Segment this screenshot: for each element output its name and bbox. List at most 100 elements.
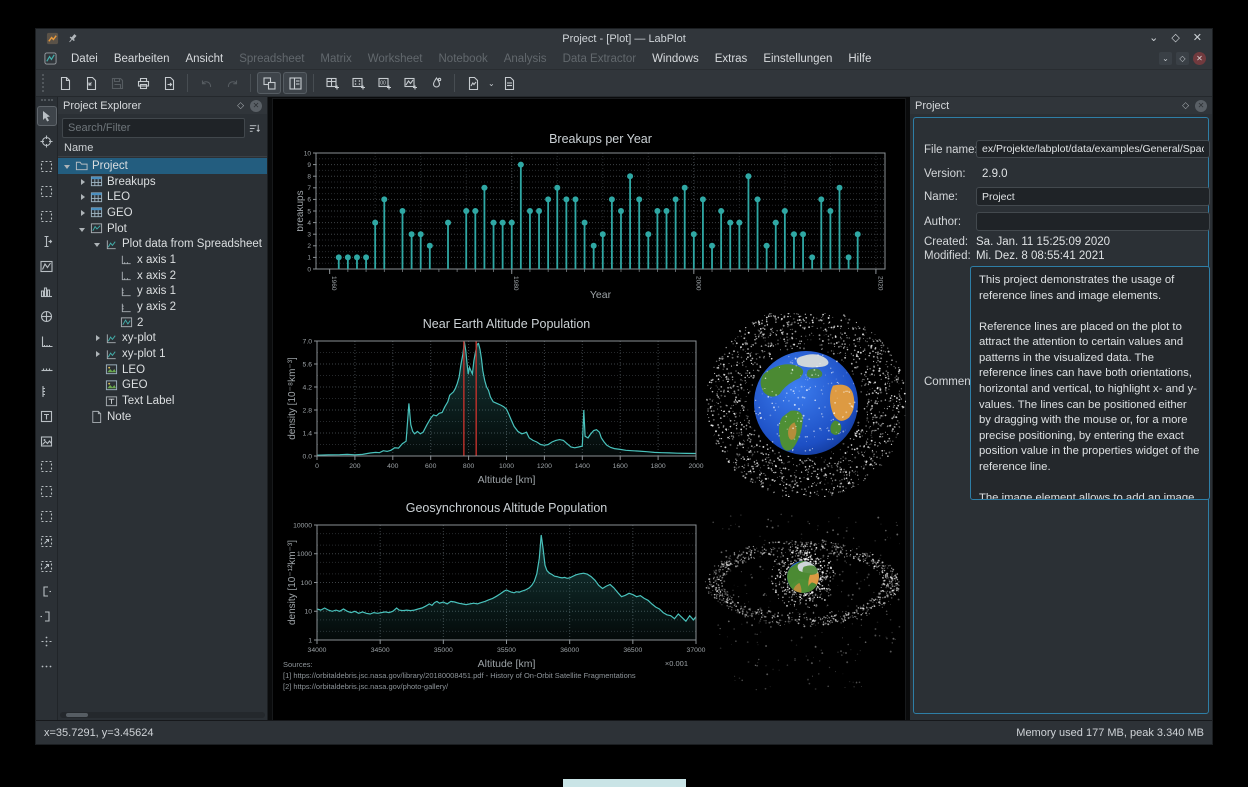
save-project-button	[105, 72, 129, 94]
new-notebook-button[interactable]: 00	[372, 72, 396, 94]
shift-right-x-tool-button[interactable]	[37, 606, 57, 626]
chart-geosynchronous-altitude[interactable]: 1 10 100 1000 10000 34000 34500 35000 35500 36000…	[284, 495, 711, 673]
print-preview-button[interactable]	[157, 72, 181, 94]
name-input[interactable]	[976, 187, 1210, 206]
auto-scale-x-tool-button[interactable]	[37, 656, 57, 676]
zoom-fit-selection-tool-button[interactable]	[37, 531, 57, 551]
open-project-button[interactable]	[79, 72, 103, 94]
sources-text-label[interactable]: Sources: [1] https://orbitaldebris.jsc.n…	[283, 660, 636, 693]
mdi-minimize-button[interactable]: ⌄	[1159, 52, 1172, 65]
shift-left-x-tool-button[interactable]	[37, 581, 57, 601]
tree-item-y-axis-2[interactable]: y axis 2	[58, 299, 267, 315]
zoom-out-tool-button[interactable]	[37, 481, 57, 501]
menu-item-extras[interactable]: Extras	[707, 50, 756, 68]
titlebar[interactable]: Project - [Plot] — LabPlot ⌄ ◇ ✕	[36, 29, 1212, 48]
new-spreadsheet-button[interactable]	[320, 72, 344, 94]
close-dock-icon[interactable]: ✕	[1195, 99, 1207, 112]
comment-textarea[interactable]: This project demonstrates the usage of r…	[970, 266, 1210, 500]
project-explorer-header[interactable]: Project Explorer ◇ ✕	[58, 97, 267, 114]
add-y-axis-tool-button[interactable]	[37, 381, 57, 401]
chart-near-earth-altitude[interactable]: 0.0 1.4 2.8 4.2 5.6 7.0 0 200 400 600 800 1000 1200 1…	[284, 311, 711, 490]
tree-item-text-label[interactable]: Text Label	[58, 393, 267, 409]
select-x-region-tool-button[interactable]	[37, 181, 57, 201]
new-matrix-button[interactable]	[346, 72, 370, 94]
menu-item-ansicht[interactable]: Ansicht	[177, 50, 231, 68]
chart-breakups-per-year[interactable]: 0 1 2 3 4 5 6 7 8 9 10 1960 1980 2000 2020 Breakups per…	[297, 127, 895, 301]
tree-item-label: y axis 2	[137, 301, 176, 314]
add-x-axis-tool-button[interactable]	[37, 356, 57, 376]
new-project-button[interactable]	[53, 72, 77, 94]
close-dock-icon[interactable]: ✕	[250, 99, 262, 112]
svg-text:10000: 10000	[293, 522, 312, 529]
search-input[interactable]	[62, 118, 245, 138]
tree-item-x-axis-2[interactable]: x axis 2	[58, 268, 267, 284]
tree-item-breakups[interactable]: Breakups	[58, 174, 267, 190]
add-curve-tool-button[interactable]	[37, 256, 57, 276]
worksheet-view[interactable]: 0 1 2 3 4 5 6 7 8 9 10 1960 1980 2000 2020 Breakups per…	[268, 97, 910, 721]
add-polar-plot-tool-button[interactable]	[37, 306, 57, 326]
image-icon	[105, 379, 118, 392]
navigate-tool-button[interactable]	[36, 106, 57, 126]
select-region-tool-button[interactable]	[37, 156, 57, 176]
zoom-in-tool-button[interactable]	[37, 456, 57, 476]
select-y-region-tool-button[interactable]	[37, 206, 57, 226]
author-input[interactable]	[976, 212, 1210, 231]
rail-drag-handle[interactable]	[40, 99, 53, 103]
desktop-panel-hint[interactable]	[563, 779, 686, 787]
float-dock-icon[interactable]: ◇	[237, 100, 244, 111]
add-image-tool-button[interactable]	[37, 431, 57, 451]
svg-text:Geosynchronous Altitude Popula: Geosynchronous Altitude Population	[406, 501, 608, 515]
menu-item-matrix: Matrix	[320, 52, 352, 65]
new-note-button[interactable]	[498, 72, 522, 94]
file-name-input[interactable]	[976, 140, 1210, 158]
toggle-properties-explorer-button[interactable]	[283, 72, 307, 94]
chevron-down-icon[interactable]: ⌄	[488, 79, 495, 88]
auto-scale-tool-button[interactable]	[37, 631, 57, 651]
menu-item-windows[interactable]: Windows	[644, 50, 707, 68]
tree-item-xy-plot-1[interactable]: xy-plot 1	[58, 346, 267, 362]
zoom-fit-tool-button[interactable]	[37, 556, 57, 576]
geo-debris-image[interactable]	[703, 505, 907, 697]
menu-item-hilfe[interactable]: Hilfe	[840, 50, 879, 68]
svg-text:100: 100	[301, 580, 313, 587]
mdi-close-button[interactable]: ✕	[1193, 52, 1206, 65]
tree-item-xy-plot[interactable]: xy-plot	[58, 331, 267, 347]
tree-item-2[interactable]: 2	[58, 315, 267, 331]
print-button[interactable]	[131, 72, 155, 94]
add-text-label-tool-button[interactable]	[37, 406, 57, 426]
close-button[interactable]: ✕	[1193, 33, 1202, 44]
mdi-restore-button[interactable]: ◇	[1176, 52, 1189, 65]
menu-item-bearbeiten[interactable]: Bearbeiten	[106, 50, 178, 68]
toggle-project-explorer-button[interactable]	[257, 72, 281, 94]
cursor-tool-button[interactable]	[37, 231, 57, 251]
new-plot-button[interactable]	[398, 72, 422, 94]
tree-item-leo[interactable]: LEO	[58, 362, 267, 378]
tree-item-geo[interactable]: GEO	[58, 378, 267, 394]
minimize-button[interactable]: ⌄	[1149, 33, 1158, 44]
tree-column-header[interactable]: Name	[58, 142, 267, 157]
new-worksheet-button[interactable]	[461, 72, 485, 94]
datapicker-button[interactable]	[424, 72, 448, 94]
tree-item-x-axis-1[interactable]: x axis 1	[58, 252, 267, 268]
svg-text:5: 5	[307, 208, 311, 215]
leo-debris-image[interactable]	[706, 313, 906, 497]
tree-item-project[interactable]: Project	[58, 158, 267, 174]
properties-header[interactable]: Project ◇ ✕	[910, 97, 1212, 114]
toolbar-drag-handle[interactable]	[42, 74, 47, 92]
tree-item-geo[interactable]: GEO	[58, 205, 267, 221]
tree-item-plot[interactable]: Plot	[58, 221, 267, 237]
filter-options-icon[interactable]	[245, 118, 263, 138]
menu-item-einstellungen[interactable]: Einstellungen	[755, 50, 840, 68]
add-axis-tool-button[interactable]	[37, 331, 57, 351]
tree-item-y-axis-1[interactable]: y axis 1	[58, 284, 267, 300]
zoom-and-select-tool-button[interactable]	[37, 131, 57, 151]
tree-horizontal-scrollbar[interactable]	[60, 712, 265, 718]
tree-item-note[interactable]: Note	[58, 409, 267, 425]
menu-item-datei[interactable]: Datei	[63, 50, 106, 68]
tree-item-plot-data-from-spreadsheet[interactable]: Plot data from Spreadsheet	[58, 236, 267, 252]
maximize-button[interactable]: ◇	[1171, 33, 1179, 44]
float-dock-icon[interactable]: ◇	[1182, 100, 1189, 111]
add-histogram-tool-button[interactable]	[37, 281, 57, 301]
zoom-origin-tool-button[interactable]	[37, 506, 57, 526]
tree-item-leo[interactable]: LEO	[58, 189, 267, 205]
